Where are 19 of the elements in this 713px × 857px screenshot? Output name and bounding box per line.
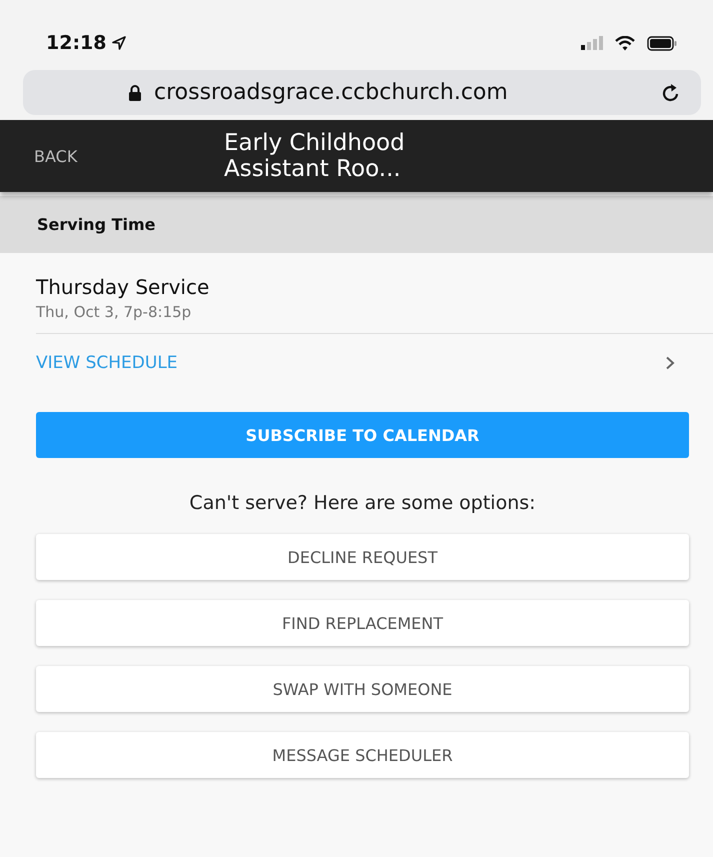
event-name: Thursday Service [36, 275, 210, 299]
option-button[interactable]: SWAP WITH SOMEONE [36, 666, 689, 712]
option-button[interactable]: MESSAGE SCHEDULER [36, 732, 689, 778]
lock-icon [128, 84, 142, 101]
status-time: 12:18 [46, 32, 106, 54]
wifi-icon [615, 36, 635, 50]
options-prompt: Can't serve? Here are some options: [188, 492, 537, 514]
location-arrow-icon [112, 36, 126, 50]
reload-icon[interactable] [661, 82, 681, 102]
option-button[interactable]: DECLINE REQUEST [36, 534, 689, 580]
back-button[interactable]: BACK [34, 146, 224, 166]
address-bar[interactable]: crossroadsgrace.ccbchurch.com [23, 70, 701, 115]
event-time: Thu, Oct 3, 7p-8:15p [36, 303, 192, 321]
option-button[interactable]: FIND REPLACEMENT [36, 600, 689, 646]
chevron-right-icon[interactable] [665, 356, 675, 370]
page-title: Early Childhood Assistant Roo... [224, 130, 405, 182]
section-header: Serving Time [0, 196, 713, 253]
signal-icon [581, 36, 603, 50]
battery-icon [647, 36, 677, 50]
